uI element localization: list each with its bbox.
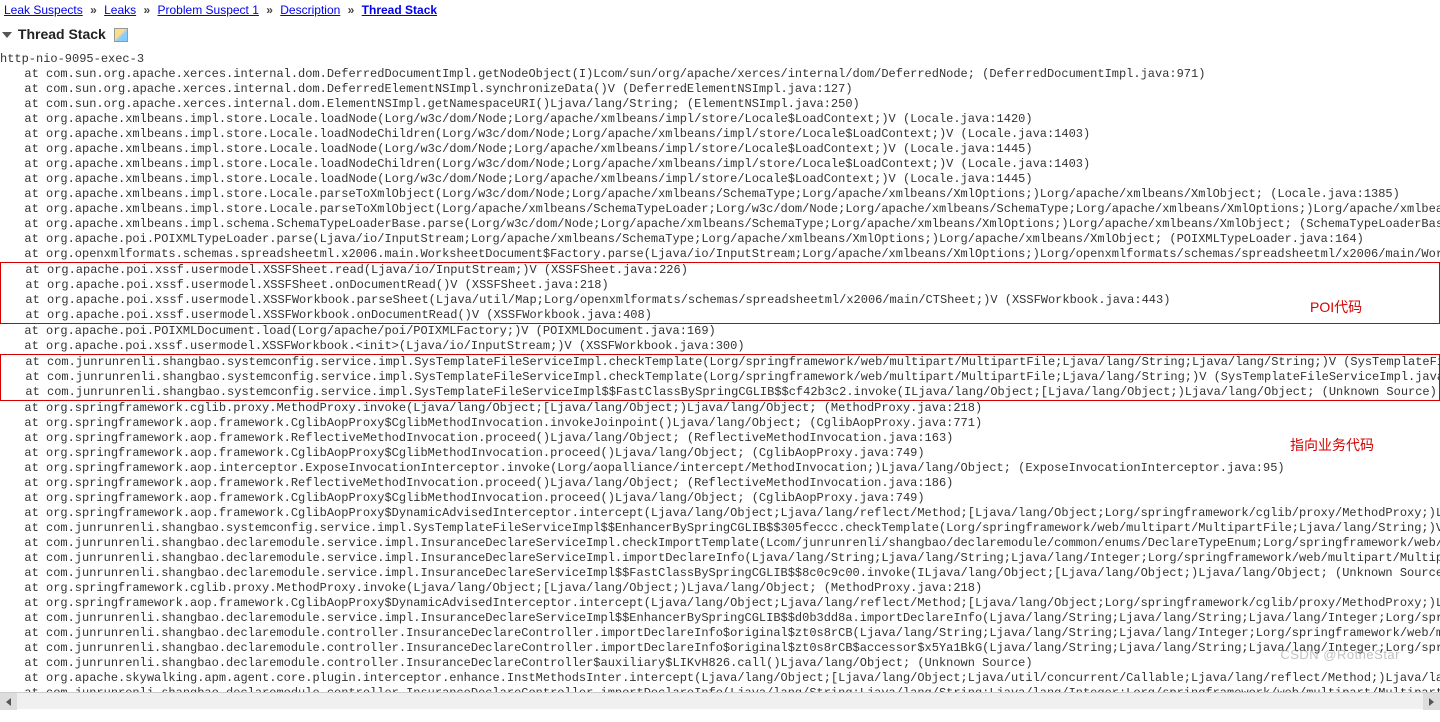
stack-frame: at org.apache.xmlbeans.impl.store.Locale… (0, 112, 1440, 127)
stack-frame: at com.junrunrenli.shangbao.systemconfig… (1, 355, 1439, 370)
breadcrumb-sep: » (143, 3, 150, 17)
stack-frame: at org.apache.xmlbeans.impl.store.Locale… (0, 127, 1440, 142)
stack-frame: at org.apache.xmlbeans.impl.store.Locale… (0, 172, 1440, 187)
stack-frame: at com.junrunrenli.shangbao.declaremodul… (0, 536, 1440, 551)
stack-frames-pre: at com.sun.org.apache.xerces.internal.do… (0, 67, 1440, 262)
stack-frame: at org.apache.xmlbeans.impl.store.Locale… (0, 187, 1440, 202)
stack-frame: at org.apache.poi.POIXMLDocument.load(Lo… (0, 324, 1440, 339)
stack-frame: at org.apache.skywalking.apm.agent.core.… (0, 671, 1440, 686)
stack-frame: at com.sun.org.apache.xerces.internal.do… (0, 67, 1440, 82)
stack-frame: at com.sun.org.apache.xerces.internal.do… (0, 82, 1440, 97)
stack-frame: at org.apache.poi.xssf.usermodel.XSSFWor… (0, 339, 1440, 354)
stack-frame: at org.apache.poi.xssf.usermodel.XSSFShe… (1, 278, 1439, 293)
breadcrumb-sep: » (266, 3, 273, 17)
stack-frame: at com.junrunrenli.shangbao.declaremodul… (0, 566, 1440, 581)
stack-frame: at org.apache.poi.xssf.usermodel.XSSFWor… (1, 293, 1439, 308)
breadcrumb-description[interactable]: Description (280, 3, 340, 17)
stack-frame: at com.junrunrenli.shangbao.systemconfig… (1, 385, 1439, 400)
stack-frame: at org.apache.poi.POIXMLTypeLoader.parse… (0, 232, 1440, 247)
stack-frame: at com.junrunrenli.shangbao.systemconfig… (1, 370, 1439, 385)
stack-frame: at com.junrunrenli.shangbao.declaremodul… (0, 626, 1440, 641)
stack-frame: at org.springframework.aop.framework.Ref… (0, 431, 1440, 446)
thread-stack: http-nio-9095-exec-3 at com.sun.org.apac… (0, 52, 1440, 692)
section-title: Thread Stack (0, 20, 1440, 52)
stack-scroll-area[interactable]: http-nio-9095-exec-3 at com.sun.org.apac… (0, 52, 1440, 692)
scroll-right-icon[interactable] (1423, 693, 1440, 710)
stack-frame: at com.junrunrenli.shangbao.declaremodul… (0, 641, 1440, 656)
breadcrumb-leak-suspects[interactable]: Leak Suspects (4, 3, 83, 17)
stack-frame: at org.springframework.cglib.proxy.Metho… (0, 581, 1440, 596)
stack-frame: at org.apache.xmlbeans.impl.store.Locale… (0, 157, 1440, 172)
stack-frame: at com.junrunrenli.shangbao.declaremodul… (0, 611, 1440, 626)
stack-frame: at org.springframework.aop.framework.Ref… (0, 476, 1440, 491)
stack-frame: at org.springframework.aop.framework.Cgl… (0, 596, 1440, 611)
scroll-left-icon[interactable] (0, 693, 17, 710)
breadcrumb-thread-stack[interactable]: Thread Stack (362, 3, 437, 17)
stack-frame: at org.springframework.aop.framework.Cgl… (0, 416, 1440, 431)
expand-arrow-icon[interactable] (2, 32, 12, 38)
stack-frames-poi-box: at org.apache.poi.xssf.usermodel.XSSFShe… (0, 262, 1440, 324)
watermark: CSDN @RotheStar (1280, 647, 1400, 662)
section-title-text: Thread Stack (18, 26, 106, 42)
stack-frame: at org.springframework.aop.framework.Cgl… (0, 491, 1440, 506)
stack-frame: at com.junrunrenli.shangbao.declaremodul… (0, 656, 1440, 671)
breadcrumb: Leak Suspects » Leaks » Problem Suspect … (0, 0, 1440, 20)
stack-frame: at org.apache.poi.xssf.usermodel.XSSFWor… (1, 308, 1439, 323)
breadcrumb-leaks[interactable]: Leaks (104, 3, 136, 17)
stack-frame: at com.junrunrenli.shangbao.declaremodul… (0, 551, 1440, 566)
stack-frames-business-box: at com.junrunrenli.shangbao.systemconfig… (0, 354, 1440, 401)
stack-frame: at org.springframework.aop.interceptor.E… (0, 461, 1440, 476)
stack-frames-post: at org.springframework.cglib.proxy.Metho… (0, 401, 1440, 692)
stack-frame: at org.apache.xmlbeans.impl.store.Locale… (0, 202, 1440, 217)
stack-frame: at com.sun.org.apache.xerces.internal.do… (0, 97, 1440, 112)
stack-frame: at org.springframework.aop.framework.Cgl… (0, 446, 1440, 461)
annotation-poi: POI代码 (1310, 297, 1362, 317)
annotation-business: 指向业务代码 (1290, 435, 1374, 455)
stack-frame: at org.apache.xmlbeans.impl.store.Locale… (0, 142, 1440, 157)
thread-name: http-nio-9095-exec-3 (0, 52, 1440, 67)
breadcrumb-problem-suspect[interactable]: Problem Suspect 1 (158, 3, 259, 17)
stack-frame: at org.apache.poi.xssf.usermodel.XSSFShe… (1, 263, 1439, 278)
stack-frame: at org.openxmlformats.schemas.spreadshee… (0, 247, 1440, 262)
breadcrumb-sep: » (90, 3, 97, 17)
stack-frame: at org.springframework.cglib.proxy.Metho… (0, 401, 1440, 416)
stack-frame: at com.junrunrenli.shangbao.systemconfig… (0, 521, 1440, 536)
stack-frame: at org.springframework.aop.framework.Cgl… (0, 506, 1440, 521)
stack-frames-mid: at org.apache.poi.POIXMLDocument.load(Lo… (0, 324, 1440, 354)
breadcrumb-sep: » (348, 3, 355, 17)
horizontal-scrollbar[interactable] (0, 692, 1440, 709)
stack-frame: at org.apache.xmlbeans.impl.schema.Schem… (0, 217, 1440, 232)
image-icon[interactable] (114, 28, 128, 42)
